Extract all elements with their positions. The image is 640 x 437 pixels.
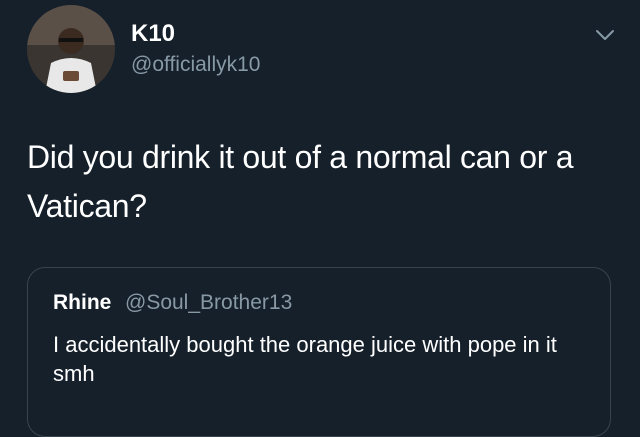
quoted-author-handle: @Soul_Brother13 <box>125 291 293 314</box>
quoted-tweet[interactable]: Rhine @Soul_Brother13 I accidentally bou… <box>27 267 611 437</box>
quoted-author-name: Rhine <box>53 291 112 314</box>
profile-photo <box>27 5 115 93</box>
author-name[interactable]: K10 <box>131 20 175 48</box>
author-handle[interactable]: @officiallyk10 <box>131 52 261 78</box>
quoted-tweet-text: I accidentally bought the orange juice w… <box>53 332 557 386</box>
chevron-down-icon[interactable] <box>594 26 616 44</box>
tweet-text: Did you drink it out of a normal can or … <box>27 139 574 224</box>
avatar[interactable] <box>27 5 115 93</box>
